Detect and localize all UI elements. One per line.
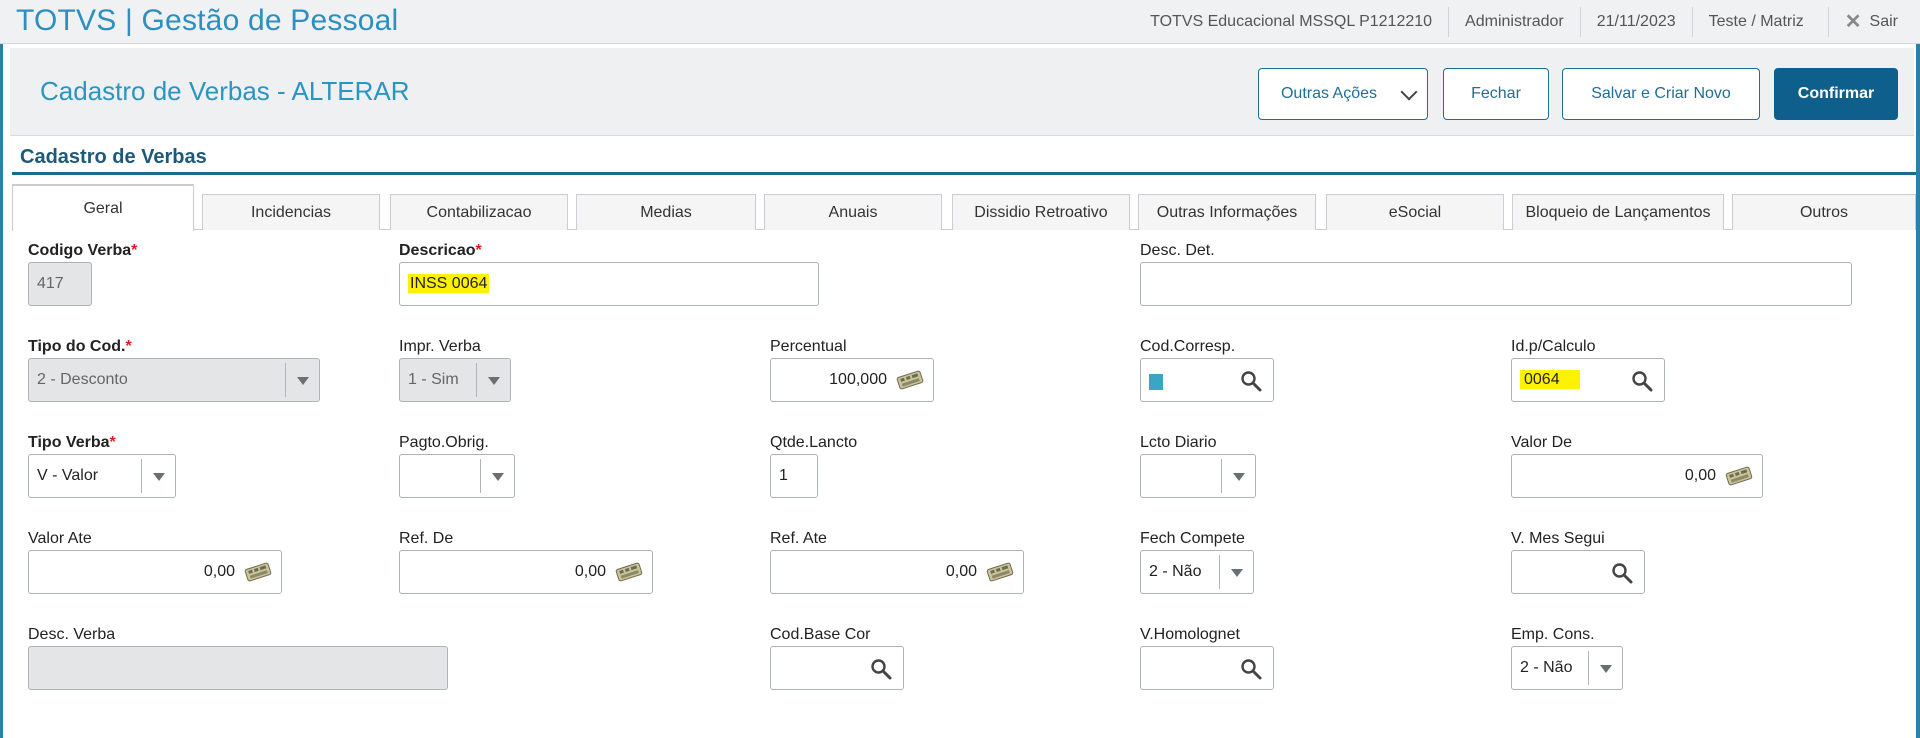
text-cursor-marker: [1149, 374, 1163, 390]
section-divider: [12, 172, 1916, 175]
tab-outros[interactable]: Outros: [1732, 194, 1916, 230]
v-homolognet-label: V.Homolognet: [1140, 626, 1240, 643]
qtde-lancto-label: Qtde.Lancto: [770, 434, 858, 451]
search-icon[interactable]: [1239, 657, 1263, 681]
percentual-label: Percentual: [770, 338, 847, 355]
app-title: TOTVS | Gestão de Pessoal: [16, 4, 399, 37]
valor-de-label: Valor De: [1511, 434, 1573, 451]
date-label: 21/11/2023: [1579, 7, 1692, 37]
search-icon[interactable]: [1239, 369, 1263, 393]
chevron-down-icon: [476, 363, 510, 397]
other-actions-button[interactable]: Outras Ações: [1258, 68, 1428, 120]
calculator-icon[interactable]: [895, 370, 925, 390]
ref-de-field[interactable]: 0,00: [399, 550, 653, 594]
id-calculo-value: 0064: [1520, 370, 1580, 389]
tab-geral[interactable]: Geral: [12, 184, 194, 231]
valor-ate-label: Valor Ate: [28, 530, 92, 547]
page-header: Cadastro de Verbas - ALTERAR Outras Açõe…: [10, 48, 1914, 136]
confirm-button[interactable]: Confirmar: [1774, 68, 1898, 120]
id-calculo-field[interactable]: 0064: [1511, 358, 1665, 402]
exit-label: Sair: [1869, 13, 1898, 30]
emp-cons-select[interactable]: 2 - Não: [1511, 646, 1623, 690]
descricao-value: INSS 0064: [408, 274, 490, 293]
valor-de-field[interactable]: 0,00: [1511, 454, 1763, 498]
page-title: Cadastro de Verbas - ALTERAR: [40, 76, 410, 106]
frame-border-left: [0, 44, 3, 738]
chevron-down-icon: [1219, 555, 1253, 589]
search-icon[interactable]: [1630, 369, 1654, 393]
cod-corresp-label: Cod.Corresp.: [1140, 338, 1236, 355]
cod-base-cor-field[interactable]: [770, 646, 904, 690]
pagto-obrig-label: Pagto.Obrig.: [399, 434, 489, 451]
cod-corresp-field[interactable]: [1140, 358, 1274, 402]
desc-verba-label: Desc. Verba: [28, 626, 116, 643]
top-bar: TOTVS | Gestão de Pessoal TOTVS Educacio…: [0, 0, 1920, 44]
search-icon[interactable]: [869, 657, 893, 681]
frame-border-right: [1916, 44, 1920, 738]
tab-outras-informacoes[interactable]: Outras Informações: [1138, 194, 1316, 230]
save-and-new-button[interactable]: Salvar e Criar Novo: [1562, 68, 1760, 120]
chevron-down-icon: [285, 363, 319, 397]
calculator-icon[interactable]: [614, 562, 644, 582]
tab-dissidio-retroativo[interactable]: Dissidio Retroativo: [952, 194, 1130, 230]
fech-compete-select[interactable]: 2 - Não: [1140, 550, 1254, 594]
codigo-verba-field[interactable]: 417: [28, 262, 92, 306]
impr-verba-select[interactable]: 1 - Sim: [399, 358, 511, 402]
pagto-obrig-select[interactable]: [399, 454, 515, 498]
calculator-icon[interactable]: [1724, 466, 1754, 486]
v-mes-segui-field[interactable]: [1511, 550, 1645, 594]
descricao-label: Descricao*: [399, 242, 482, 259]
chevron-down-icon: [1588, 651, 1622, 685]
desc-verba-field[interactable]: [28, 646, 448, 690]
calculator-icon[interactable]: [243, 562, 273, 582]
search-icon[interactable]: [1610, 561, 1634, 585]
qtde-lancto-field[interactable]: 1: [770, 454, 818, 498]
section-title: Cadastro de Verbas: [20, 146, 207, 168]
tipo-verba-select[interactable]: V - Valor: [28, 454, 176, 498]
tipo-cod-select[interactable]: 2 - Desconto: [28, 358, 320, 402]
tab-medias[interactable]: Medias: [576, 194, 756, 230]
v-homolognet-field[interactable]: [1140, 646, 1274, 690]
tab-bar: Geral Incidencias Contabilizacao Medias …: [12, 184, 1916, 231]
branch-label[interactable]: Teste / Matriz: [1691, 7, 1820, 37]
desc-det-label: Desc. Det.: [1140, 242, 1215, 259]
percentual-field[interactable]: 100,000: [770, 358, 934, 402]
cod-base-cor-label: Cod.Base Cor: [770, 626, 871, 643]
other-actions-label: Outras Ações: [1280, 85, 1378, 102]
chevron-down-icon: [1400, 83, 1418, 101]
tab-bloqueio-lancamentos[interactable]: Bloqueio de Lançamentos: [1512, 194, 1724, 230]
chevron-down-icon: [141, 459, 175, 493]
desc-det-field[interactable]: [1140, 262, 1852, 306]
lcto-diario-select[interactable]: [1140, 454, 1256, 498]
close-button[interactable]: Fechar: [1443, 68, 1549, 120]
emp-cons-label: Emp. Cons.: [1511, 626, 1595, 643]
ref-de-label: Ref. De: [399, 530, 454, 547]
calculator-icon[interactable]: [985, 562, 1015, 582]
tipo-verba-label: Tipo Verba*: [28, 434, 116, 451]
ref-ate-field[interactable]: 0,00: [770, 550, 1024, 594]
chevron-down-icon: [480, 459, 514, 493]
chevron-down-icon: [1221, 459, 1255, 493]
top-info: TOTVS Educacional MSSQL P1212210 Adminis…: [1134, 0, 1920, 44]
tab-esocial[interactable]: eSocial: [1326, 194, 1504, 230]
tipo-cod-label: Tipo do Cod.*: [28, 338, 132, 355]
tab-anuais[interactable]: Anuais: [764, 194, 942, 230]
user-label: Administrador: [1448, 7, 1580, 37]
id-calculo-label: Id.p/Calculo: [1511, 338, 1596, 355]
tab-incidencias[interactable]: Incidencias: [202, 194, 380, 230]
tab-contabilizacao[interactable]: Contabilizacao: [390, 194, 568, 230]
codigo-verba-label: Codigo Verba*: [28, 242, 138, 259]
lcto-diario-label: Lcto Diario: [1140, 434, 1217, 451]
descricao-field[interactable]: INSS 0064: [399, 262, 819, 306]
exit-button[interactable]: ✕ Sair: [1827, 7, 1920, 37]
close-icon: ✕: [1844, 11, 1862, 33]
v-mes-segui-label: V. Mes Segui: [1511, 530, 1605, 547]
fech-compete-label: Fech Compete: [1140, 530, 1245, 547]
impr-verba-label: Impr. Verba: [399, 338, 481, 355]
ref-ate-label: Ref. Ate: [770, 530, 827, 547]
valor-ate-field[interactable]: 0,00: [28, 550, 282, 594]
environment-label: TOTVS Educacional MSSQL P1212210: [1150, 13, 1433, 30]
